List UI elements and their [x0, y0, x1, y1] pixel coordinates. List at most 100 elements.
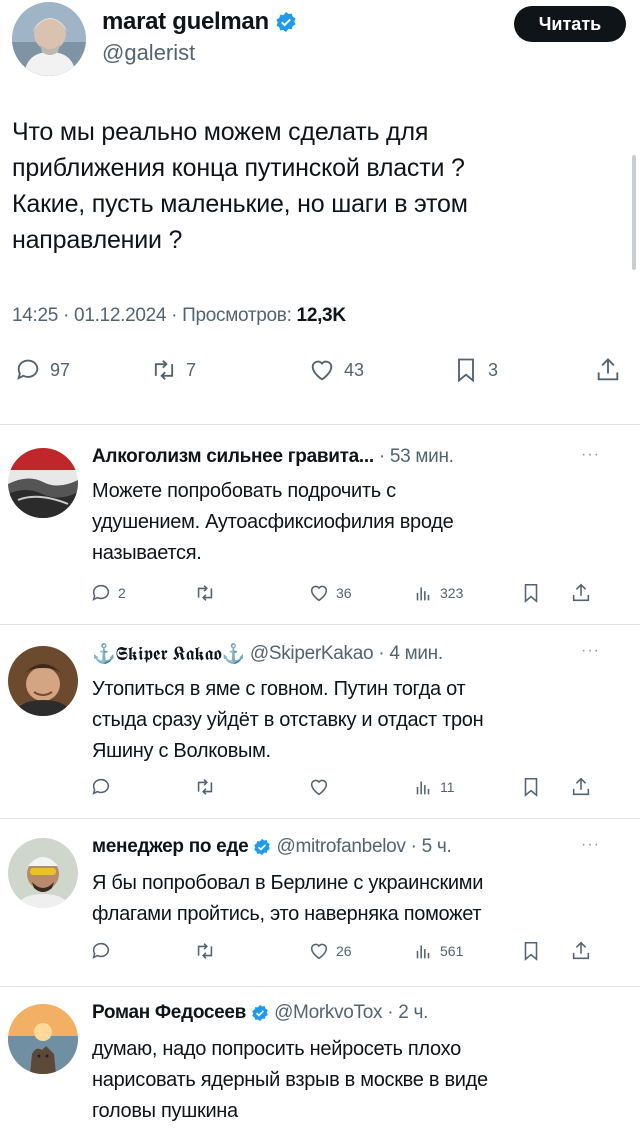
share-upload-icon — [572, 583, 590, 602]
main-tweet-header: marat guelman @galerist Читать — [12, 0, 628, 80]
reply-text: Можете попробовать подрочить с удушением… — [92, 476, 592, 569]
more-dots-icon[interactable]: ··· — [581, 446, 600, 464]
share-button[interactable] — [570, 776, 592, 798]
bookmark-button[interactable]: 3 — [452, 356, 498, 384]
views-button[interactable]: 561 — [412, 940, 463, 962]
reply-button[interactable]: 97 — [14, 356, 70, 384]
views-button[interactable]: 11 — [412, 776, 455, 798]
reply-text-line: Я бы попробовал в Берлине с украинскими — [92, 872, 484, 894]
verified-badge-icon — [253, 838, 271, 856]
reply-author-name[interactable]: Алкоголизм сильнее гравита... — [92, 446, 374, 468]
verified-badge-icon — [251, 1004, 269, 1022]
reply-item[interactable]: менеджер по еде @mitrofanbelov · 5 ч. ··… — [0, 836, 640, 976]
reply-actions: 26 561 — [90, 940, 610, 966]
views-count: 12,3K — [296, 305, 347, 326]
retweet-button[interactable] — [194, 940, 216, 962]
tweet-text-line: Что мы реально можем сделать для — [12, 118, 429, 146]
views-count: 323 — [440, 585, 464, 601]
bookmark-icon — [458, 358, 474, 383]
bookmark-icon — [524, 583, 538, 603]
reply-button[interactable] — [90, 776, 112, 798]
tweet-text-line: Какие, пусть маленькие, но шаги в этом — [12, 190, 468, 218]
share-button[interactable] — [570, 582, 592, 604]
reply-button[interactable] — [90, 940, 112, 962]
heart-icon — [310, 943, 328, 960]
bar-chart-icon — [416, 587, 430, 601]
bookmark-button[interactable] — [520, 940, 542, 962]
reply-avatar[interactable] — [8, 1004, 78, 1074]
share-button[interactable] — [594, 356, 622, 384]
views-label: Просмотров: — [182, 305, 292, 326]
reply-header: Роман Федосеев @MorkvoTox · 2 ч. — [92, 1002, 429, 1024]
heart-icon — [311, 360, 333, 381]
author-name[interactable]: marat guelman — [102, 8, 269, 36]
tweet-actions: 97 7 43 3 — [12, 356, 628, 392]
bookmark-count: 3 — [488, 359, 499, 380]
like-button[interactable]: 36 — [308, 582, 352, 604]
reply-author-name[interactable]: менеджер по еде — [92, 836, 249, 858]
reply-time[interactable]: 53 мин. — [390, 446, 454, 468]
tweet-time[interactable]: 14:25 — [12, 305, 58, 326]
share-button[interactable] — [570, 940, 592, 962]
views-count: 11 — [440, 779, 455, 795]
share-upload-icon — [572, 777, 590, 796]
reply-author-name[interactable]: Роман Федосеев — [92, 1002, 246, 1024]
reply-item[interactable]: Алкоголизм сильнее гравита... · 53 мин. … — [0, 446, 640, 622]
reply-count: 2 — [118, 585, 126, 601]
bookmark-button[interactable] — [520, 776, 542, 798]
reply-button[interactable]: 2 — [90, 582, 126, 604]
retweet-arrows-icon — [154, 360, 174, 380]
author-avatar[interactable] — [12, 2, 86, 76]
author-handle[interactable]: @galerist — [102, 40, 297, 66]
like-button[interactable]: 26 — [308, 940, 352, 962]
reply-author-name[interactable]: ⚓𝕾𝖐𝖎𝖕𝖊𝖗 𝕶𝖆𝖐𝖆𝖔⚓ — [92, 642, 245, 666]
tweet-text-line: направлении ? — [12, 226, 183, 254]
reply-header: ⚓𝕾𝖐𝖎𝖕𝖊𝖗 𝕶𝖆𝖐𝖆𝖔⚓ @SkiperKakao · 4 мин. — [92, 642, 443, 666]
reply-text-line: Утопиться в яме с говном. Путин тогда от — [92, 678, 466, 700]
reply-time[interactable]: 4 мин. — [389, 643, 443, 665]
reply-text-line: удушением. Аутоасфиксиофилия вроде — [92, 511, 454, 533]
reply-time[interactable]: 5 ч. — [422, 836, 452, 858]
scrollbar[interactable] — [632, 155, 636, 270]
follow-button[interactable]: Читать — [514, 6, 626, 42]
divider — [0, 818, 640, 819]
like-count: 36 — [336, 585, 352, 601]
reply-text-line: флагами пройтись, это наверняка поможет — [92, 903, 482, 925]
views-button[interactable]: 323 — [412, 582, 463, 604]
reply-text: Утопиться в яме с говном. Путин тогда от… — [92, 674, 592, 767]
tweet-text-line: приближения конца путинской власти ? — [12, 154, 465, 182]
bookmark-icon — [524, 941, 538, 961]
bookmark-button[interactable] — [520, 582, 542, 604]
reply-handle[interactable]: @mitrofanbelov — [276, 836, 405, 858]
reply-header: Алкоголизм сильнее гравита... · 53 мин. — [92, 446, 454, 468]
reply-text: думаю, надо попросить нейросеть плохо на… — [92, 1034, 592, 1127]
tweet-date[interactable]: 01.12.2024 — [74, 305, 166, 326]
bookmark-icon — [524, 777, 538, 797]
like-button[interactable] — [308, 776, 330, 798]
divider — [0, 424, 640, 425]
reply-time[interactable]: 2 ч. — [398, 1002, 428, 1024]
like-button[interactable]: 43 — [308, 356, 364, 384]
like-count: 26 — [336, 943, 352, 959]
reply-handle[interactable]: @SkiperKakao — [250, 643, 374, 665]
reply-text-line: Яшину с Волковым. — [92, 740, 271, 762]
retweet-button[interactable]: 7 — [150, 356, 196, 384]
more-dots-icon[interactable]: ··· — [581, 836, 600, 854]
reply-actions: 11 — [90, 776, 610, 802]
reply-avatar[interactable] — [8, 448, 78, 518]
reply-text: Я бы попробовал в Берлине с украинскими … — [92, 868, 592, 930]
reply-header: менеджер по еде @mitrofanbelov · 5 ч. — [92, 836, 452, 858]
divider — [0, 624, 640, 625]
like-count: 43 — [344, 359, 365, 380]
more-dots-icon[interactable]: ··· — [581, 642, 600, 660]
retweet-button[interactable] — [194, 582, 216, 604]
views-count: 561 — [440, 943, 464, 959]
retweet-count: 7 — [186, 359, 197, 380]
speech-bubble-icon — [92, 942, 110, 959]
reply-item[interactable]: ⚓𝕾𝖐𝖎𝖕𝖊𝖗 𝕶𝖆𝖐𝖆𝖔⚓ @SkiperKakao · 4 мин. ···… — [0, 642, 640, 812]
reply-avatar[interactable] — [8, 646, 78, 716]
retweet-button[interactable] — [194, 776, 216, 798]
reply-avatar[interactable] — [8, 838, 78, 908]
reply-item[interactable]: Роман Федосеев @MorkvoTox · 2 ч. думаю, … — [0, 1002, 640, 1129]
reply-handle[interactable]: @MorkvoTox — [274, 1002, 382, 1024]
